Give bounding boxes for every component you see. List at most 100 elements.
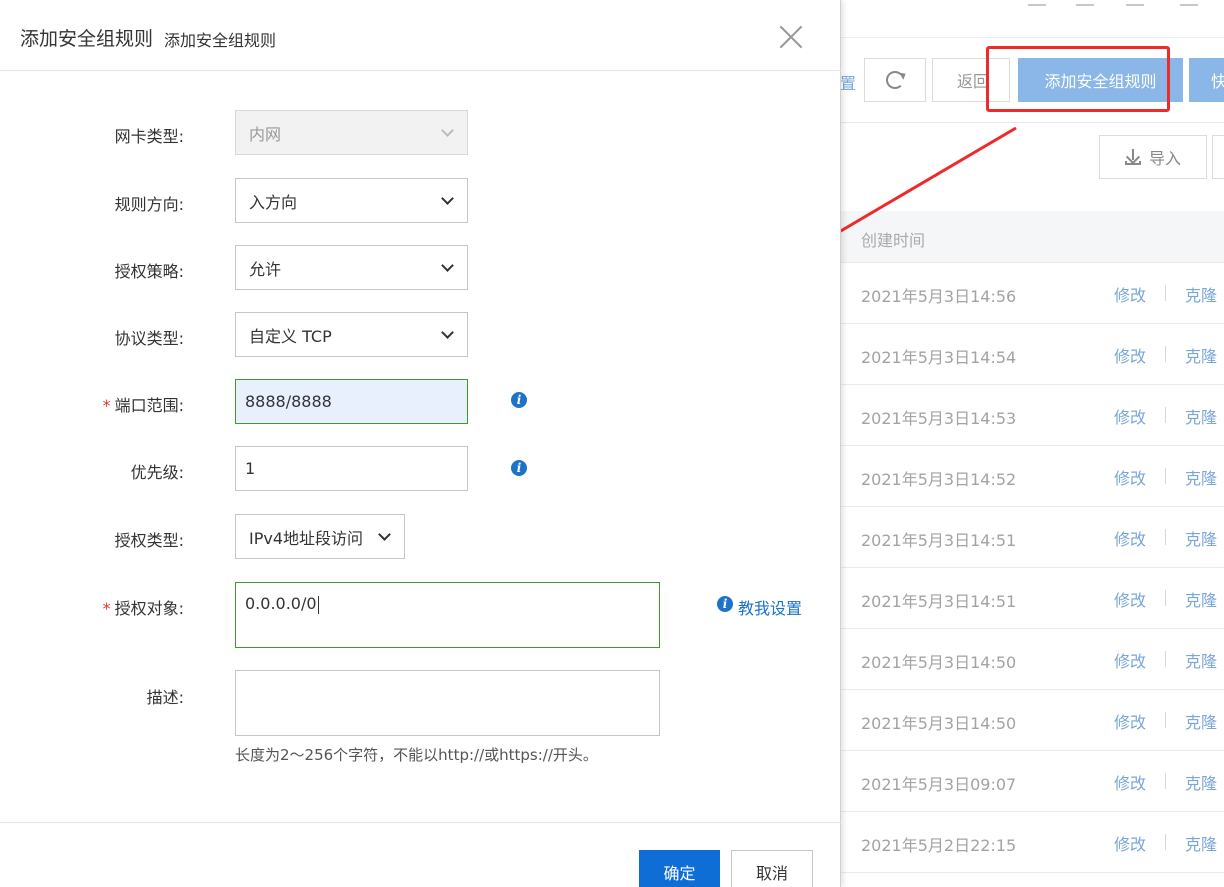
created-time: 2021年5月3日14:56 [861,287,1017,306]
modify-link[interactable]: 修改 [1114,404,1146,428]
clone-link[interactable]: 克隆 [1185,709,1217,733]
clone-link[interactable]: 克隆 [1185,282,1217,306]
confirm-button[interactable]: 确定 [639,850,720,887]
clone-link[interactable]: 克隆 [1185,587,1217,611]
action-divider [1165,651,1166,667]
nic-type-select[interactable]: 内网 [235,110,468,155]
direction-select[interactable]: 入方向 [235,178,468,223]
priority-value: 1 [245,459,256,478]
protocol-select[interactable]: 自定义 TCP [235,312,468,357]
refresh-button[interactable] [864,58,926,102]
description-textarea[interactable] [235,670,660,736]
auth-type-label: 授权类型: [114,531,184,550]
created-time: 2021年5月3日14:50 [861,714,1017,733]
chevron-down-icon [441,192,454,205]
table-row: 2021年5月3日14:54 修改 克隆 [840,324,1224,385]
modify-link[interactable]: 修改 [1114,770,1146,794]
modify-link[interactable]: 修改 [1114,831,1146,855]
created-time: 2021年5月3日14:50 [861,653,1017,672]
modify-link[interactable]: 修改 [1114,465,1146,489]
clone-link[interactable]: 克隆 [1185,404,1217,428]
dialog-footer [0,822,841,823]
description-label: 描述: [146,688,184,707]
action-divider [1165,773,1166,789]
topbar-icon[interactable] [1076,0,1094,6]
dialog-header: 添加安全组规则 添加安全组规则 [0,0,841,71]
clone-link[interactable]: 克隆 [1185,648,1217,672]
policy-label: 授权策略: [114,262,184,281]
table-row: 2021年5月3日14:51 修改 克隆 [840,507,1224,568]
nic-type-value: 内网 [249,124,282,144]
auth-object-textarea[interactable]: 0.0.0.0/0 [235,582,660,648]
port-range-value: 8888/8888 [245,392,332,411]
auth-type-select[interactable]: IPv4地址段访问 [235,514,405,559]
auth-object-value: 0.0.0.0/0 [245,594,317,613]
modify-link[interactable]: 修改 [1114,648,1146,672]
created-time: 2021年5月3日14:53 [861,409,1017,428]
auth-object-label: * 授权对象: [102,599,184,618]
topbar-icon[interactable] [1028,0,1046,6]
created-time: 2021年5月3日14:51 [861,531,1017,550]
created-time: 2021年5月3日14:52 [861,470,1017,489]
priority-input[interactable]: 1 [235,446,468,491]
action-divider [1165,529,1166,545]
settings-link[interactable]: 置 [840,70,856,94]
auth-type-value: IPv4地址段访问 [249,528,364,548]
text-caret [317,595,319,614]
quick-add-button[interactable]: 快 [1189,58,1224,102]
help-setup-link[interactable]: 教我设置 [738,595,802,619]
required-mark: * [102,599,111,618]
table-row: 2021年5月3日14:50 修改 克隆 [840,690,1224,751]
topbar-icon[interactable] [1180,0,1198,6]
export-button[interactable] [1212,135,1224,179]
nic-type-label: 网卡类型: [114,127,184,146]
modify-link[interactable]: 修改 [1114,587,1146,611]
action-divider [1165,834,1166,850]
info-icon[interactable]: i [511,392,527,408]
cancel-button[interactable]: 取消 [731,850,813,887]
topbar-icon[interactable] [1126,0,1144,6]
protocol-value: 自定义 TCP [249,326,332,346]
clone-link[interactable]: 克隆 [1185,465,1217,489]
table-row: 2021年5月2日22:15 修改 克隆 [840,812,1224,873]
modify-link[interactable]: 修改 [1114,709,1146,733]
clone-link[interactable]: 克隆 [1185,770,1217,794]
import-label: 导入 [1148,149,1181,168]
modify-link[interactable]: 修改 [1114,526,1146,550]
clone-link[interactable]: 克隆 [1185,831,1217,855]
modify-link[interactable]: 修改 [1114,282,1146,306]
clone-link[interactable]: 克隆 [1185,343,1217,367]
policy-value: 允许 [249,259,282,279]
add-rule-dialog: 添加安全组规则 添加安全组规则 网卡类型: 内网 规则方向: 入方向 授权策略:… [0,0,841,887]
action-divider [1165,590,1166,606]
refresh-icon [886,71,904,89]
action-divider [1165,468,1166,484]
table-row: 2021年5月3日14:50 修改 克隆 [840,629,1224,690]
created-time: 2021年5月3日14:51 [861,592,1017,611]
direction-value: 入方向 [249,192,298,212]
info-icon[interactable]: i [511,460,527,476]
port-range-input[interactable]: 8888/8888 [235,379,468,424]
dialog-subtitle: 添加安全组规则 [164,31,277,50]
table-row: 2021年5月3日14:51 修改 克隆 [840,568,1224,629]
table-row: 2021年5月3日14:56 修改 克隆 [840,263,1224,324]
close-icon[interactable] [776,22,806,52]
description-hint: 长度为2～256个字符，不能以http://或https://开头。 [235,746,598,764]
action-divider [1165,285,1166,301]
table-row: 2021年5月3日09:07 修改 克隆 [840,751,1224,812]
table-row: 2021年5月3日14:53 修改 克隆 [840,385,1224,446]
chevron-down-icon [378,528,391,541]
port-range-label: * 端口范围: [102,396,184,415]
action-divider [1165,712,1166,728]
created-time: 2021年5月3日14:54 [861,348,1017,367]
modify-link[interactable]: 修改 [1114,343,1146,367]
action-divider [1165,407,1166,423]
policy-select[interactable]: 允许 [235,245,468,290]
clone-link[interactable]: 克隆 [1185,526,1217,550]
info-icon: i [717,596,733,612]
download-icon [1124,149,1141,165]
priority-label: 优先级: [130,463,184,482]
dialog-title: 添加安全组规则 [20,28,154,50]
table-row: 2021年5月3日14:52 修改 克隆 [840,446,1224,507]
import-button[interactable]: 导入 [1099,135,1207,179]
